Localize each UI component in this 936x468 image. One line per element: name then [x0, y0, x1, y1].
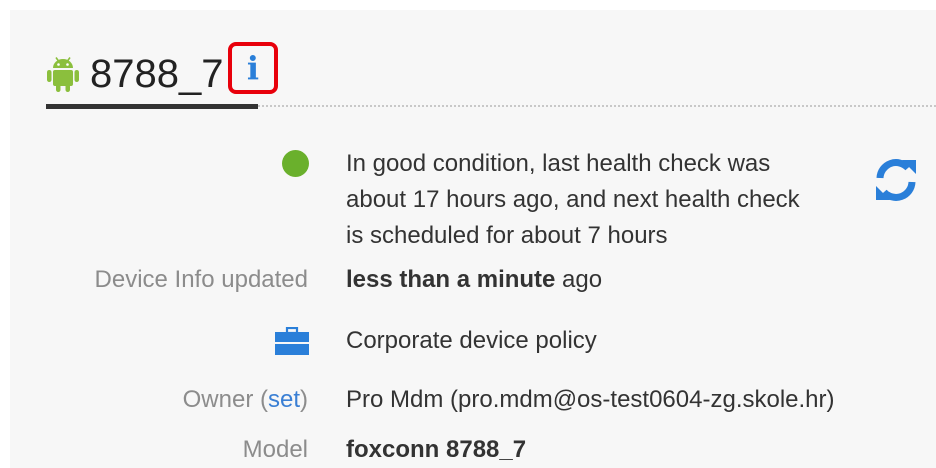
health-text-line: In good condition, last health check was	[346, 150, 771, 177]
device-info-value-bold: less than a minute	[346, 266, 556, 293]
owner-label-close: )	[300, 386, 308, 413]
set-owner-link[interactable]: set	[268, 386, 300, 413]
policy-value: Corporate device policy	[346, 327, 597, 354]
refresh-icon[interactable]	[872, 156, 920, 204]
device-info-label: Device Info updated	[94, 266, 308, 293]
info-icon: i	[246, 49, 260, 87]
active-tab-underline	[46, 104, 258, 109]
model-value: foxconn 8788_7	[346, 436, 527, 463]
model-label: Model	[242, 436, 308, 463]
health-text-line: about 17 hours ago, and next health chec…	[346, 186, 800, 213]
briefcase-icon	[275, 327, 309, 355]
header-divider	[258, 105, 936, 107]
device-info-button[interactable]: i	[228, 42, 278, 94]
owner-label: Owner (set)	[183, 386, 308, 414]
device-info-value-suffix: ago	[555, 266, 603, 293]
device-header: 8788_7	[46, 42, 223, 106]
health-status-icon	[282, 150, 309, 177]
health-text-line: is scheduled for about 7 hours	[346, 222, 668, 249]
device-title: 8788_7	[90, 52, 224, 96]
owner-value: Pro Mdm (pro.mdm@os-test0604-zg.skole.hr…	[346, 386, 835, 413]
device-info-value: less than a minute ago	[346, 266, 602, 294]
android-icon	[47, 57, 79, 92]
health-status-text: In good condition, last health check was…	[346, 146, 846, 254]
owner-label-text: Owner (	[182, 386, 268, 413]
